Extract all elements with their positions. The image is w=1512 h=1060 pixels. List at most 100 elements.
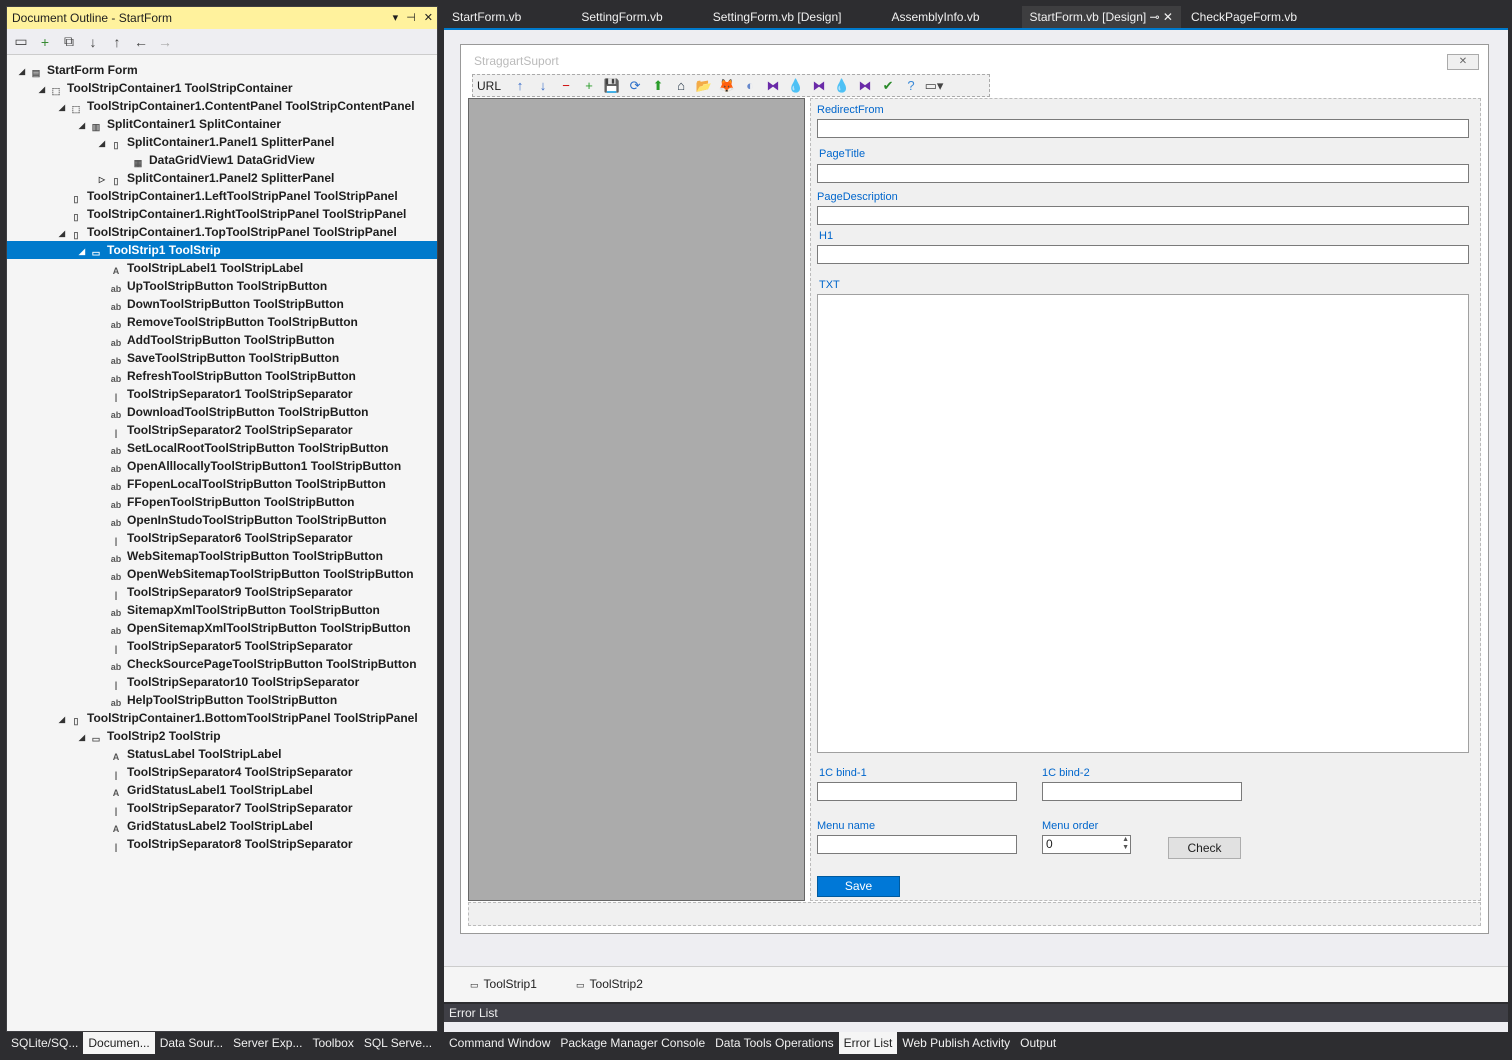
bottom-tab[interactable]: Data Tools Operations — [710, 1032, 839, 1054]
outline-node[interactable]: ab UpToolStripButton ToolStripButton — [97, 277, 327, 295]
outline-node[interactable]: ◢ ▯ SplitContainer1.Panel1 SplitterPanel — [97, 133, 334, 151]
bind1-input[interactable] — [817, 782, 1017, 801]
outline-node[interactable]: | ToolStripSeparator1 ToolStripSeparator — [97, 385, 353, 403]
outline-node[interactable]: | ToolStripSeparator2 ToolStripSeparator — [97, 421, 353, 439]
editor-tab[interactable]: SettingForm.vb [Design] — [705, 6, 882, 28]
expander-icon[interactable]: ◢ — [97, 135, 107, 153]
expander-icon[interactable]: ◢ — [77, 729, 87, 747]
redirect-from-input[interactable] — [817, 119, 1469, 138]
toolstrip-button-icon[interactable]: ↑ — [510, 77, 530, 95]
toolstrip-button-icon[interactable]: 📂 — [694, 77, 714, 95]
data-grid-view[interactable] — [468, 98, 805, 901]
outline-node[interactable]: ab OpenWebSitemapToolStripButton ToolStri… — [97, 565, 414, 583]
outline-node[interactable]: | ToolStripSeparator9 ToolStripSeparator — [97, 583, 353, 601]
outline-node[interactable]: ab FFopenLocalToolStripButton ToolStripBu… — [97, 475, 386, 493]
outline-node[interactable]: ◢ ▭ ToolStrip1 ToolStrip — [7, 241, 437, 259]
expander-icon[interactable]: ◢ — [17, 63, 27, 81]
page-description-input[interactable] — [817, 206, 1469, 225]
outline-node[interactable]: ◢ ▯ ToolStripContainer1.TopToolStripPanel … — [57, 223, 397, 241]
expander-icon[interactable]: ◢ — [37, 81, 47, 99]
bottom-tab[interactable]: Toolbox — [307, 1032, 358, 1054]
outline-node[interactable]: ◢ ▯ ToolStripContainer1.BottomToolStripPan… — [57, 709, 418, 727]
editor-tab[interactable]: StartForm.vb [Design] ⊸ ✕ — [1021, 6, 1181, 28]
outline-node[interactable]: ◢ ▤ StartForm Form — [17, 61, 138, 79]
bottom-tab[interactable]: SQLite/SQ... — [6, 1032, 83, 1054]
toolstrip-button-icon[interactable]: ◐ — [740, 77, 760, 95]
arrow-down-icon[interactable]: ↓ — [83, 32, 103, 52]
pin-icon[interactable]: ⊣ — [406, 7, 416, 29]
copy-icon[interactable]: ⧉ — [59, 32, 79, 52]
outline-node[interactable]: | ToolStripSeparator4 ToolStripSeparator — [97, 763, 353, 781]
toolstrip-button-icon[interactable]: ✔ — [878, 77, 898, 95]
outline-node[interactable]: A GridStatusLabel1 ToolStripLabel — [97, 781, 313, 799]
expander-icon[interactable]: ◢ — [77, 243, 87, 261]
toolstrip-button-icon[interactable]: 💧 — [786, 77, 806, 95]
editor-tab[interactable]: AssemblyInfo.vb — [883, 6, 1019, 28]
outline-node[interactable]: ab DownloadToolStripButton ToolStripButto… — [97, 403, 369, 421]
bottom-tab[interactable]: Documen... — [83, 1032, 155, 1054]
outline-node[interactable]: A ToolStripLabel1 ToolStripLabel — [97, 259, 303, 277]
outline-node[interactable]: ab RefreshToolStripButton ToolStripButton — [97, 367, 356, 385]
outline-node[interactable]: ab SitemapXmlToolStripButton ToolStripBut… — [97, 601, 380, 619]
expander-icon[interactable]: ◢ — [57, 99, 67, 117]
outline-node[interactable]: ▯ ToolStripContainer1.RightToolStripPanel… — [57, 205, 407, 223]
outline-node[interactable]: ab AddToolStripButton ToolStripButton — [97, 331, 335, 349]
outline-node[interactable]: ▦ DataGridView1 DataGridView — [119, 151, 315, 169]
toolstrip-button-icon[interactable]: ? — [901, 77, 921, 95]
bottom-tab[interactable]: Web Publish Activity — [897, 1032, 1015, 1054]
toolstrip-button-icon[interactable]: ⧓ — [763, 77, 783, 95]
menu-name-input[interactable] — [817, 835, 1017, 854]
outline-node[interactable]: ab SaveToolStripButton ToolStripButton — [97, 349, 339, 367]
toolstrip-button-icon[interactable]: 🦊 — [717, 77, 737, 95]
outline-node[interactable]: | ToolStripSeparator5 ToolStripSeparator — [97, 637, 353, 655]
bottom-tab[interactable]: Command Window — [444, 1032, 555, 1054]
page-title-input[interactable] — [817, 164, 1469, 183]
outline-node[interactable]: ▯ ToolStripContainer1.LeftToolStripPanel … — [57, 187, 398, 205]
toolstrip-button-icon[interactable]: ⟳ — [625, 77, 645, 95]
expander-icon[interactable]: ◢ — [57, 711, 67, 729]
bottom-tab[interactable]: SQL Serve... — [359, 1032, 437, 1054]
bind2-input[interactable] — [1042, 782, 1242, 801]
bottom-tab[interactable]: Package Manager Console — [555, 1032, 710, 1054]
toolstrip-button-icon[interactable]: − — [556, 77, 576, 95]
menu-order-stepper[interactable]: 0 ▲ ▼ — [1042, 835, 1131, 854]
outline-node[interactable]: ab FFopenToolStripButton ToolStripButton — [97, 493, 355, 511]
outline-node[interactable]: ◢ ▥ SplitContainer1 SplitContainer — [77, 115, 281, 133]
outline-node[interactable]: ab HelpToolStripButton ToolStripButton — [97, 691, 337, 709]
outline-node[interactable]: | ToolStripSeparator7 ToolStripSeparator — [97, 799, 353, 817]
add-icon[interactable]: + — [35, 32, 55, 52]
toolstrip-button-icon[interactable]: ⬆ — [648, 77, 668, 95]
outline-node[interactable]: A StatusLabel ToolStripLabel — [97, 745, 282, 763]
bottom-tab[interactable]: Error List — [838, 1032, 898, 1054]
outline-node[interactable]: ◢ ⬚ ToolStripContainer1.ContentPanel ToolS… — [57, 97, 415, 115]
toolstrip-button-icon[interactable]: ↓ — [533, 77, 553, 95]
tray-toolstrip1[interactable]: ▭ ToolStrip1 — [470, 977, 537, 991]
tray-toolstrip2[interactable]: ▭ ToolStrip2 — [576, 977, 643, 991]
form-close-icon[interactable]: ✕ — [1447, 54, 1479, 70]
editor-tab[interactable]: StartForm.vb — [444, 6, 571, 28]
outline-node[interactable]: ab CheckSourcePageToolStripButton ToolStr… — [97, 655, 417, 673]
arrow-left-icon[interactable]: ← — [131, 32, 151, 52]
outline-node[interactable]: ab OpenInStudoToolStripButton ToolStripBu… — [97, 511, 387, 529]
outline-node[interactable]: ▷ ▯ SplitContainer1.Panel2 SplitterPanel — [97, 169, 334, 187]
outline-node[interactable]: ◢ ▭ ToolStrip2 ToolStrip — [77, 727, 221, 745]
outline-node[interactable]: ◢ ⬚ ToolStripContainer1 ToolStripContainer — [37, 79, 293, 97]
toolstrip-button-icon[interactable]: ⧓ — [855, 77, 875, 95]
toolstrip-button-icon[interactable]: 💾 — [602, 77, 622, 95]
toolstrip2[interactable] — [468, 902, 1481, 926]
outline-node[interactable]: ab SetLocalRootToolStripButton ToolStripB… — [97, 439, 389, 457]
h1-input[interactable] — [817, 245, 1469, 264]
toolstrip-button-icon[interactable]: + — [579, 77, 599, 95]
outline-node[interactable]: | ToolStripSeparator8 ToolStripSeparator — [97, 835, 353, 853]
outline-node[interactable]: | ToolStripSeparator10 ToolStripSeparator — [97, 673, 360, 691]
stepper-arrows-icon[interactable]: ▲ ▼ — [1122, 836, 1129, 852]
dropdown-icon[interactable]: ▾ — [393, 7, 399, 29]
toolstrip-button-icon[interactable]: 💧 — [832, 77, 852, 95]
outline-node[interactable]: ab OpenAlllocallyToolStripButton1 ToolStr… — [97, 457, 401, 475]
bottom-tab[interactable]: Data Sour... — [155, 1032, 228, 1054]
outline-node[interactable]: ab RemoveToolStripButton ToolStripButton — [97, 313, 358, 331]
outline-node[interactable]: A GridStatusLabel2 ToolStripLabel — [97, 817, 313, 835]
toolstrip1[interactable]: URL ↑ ↓ − + 💾 ⟳ ⬆ ⌂ 📂 🦊 ◐ ⧓ 💧 ⧓ 💧 ⧓ ✔? ▭▾ — [472, 74, 990, 97]
arrow-up-icon[interactable]: ↑ — [107, 32, 127, 52]
outline-node[interactable]: ab DownToolStripButton ToolStripButton — [97, 295, 344, 313]
